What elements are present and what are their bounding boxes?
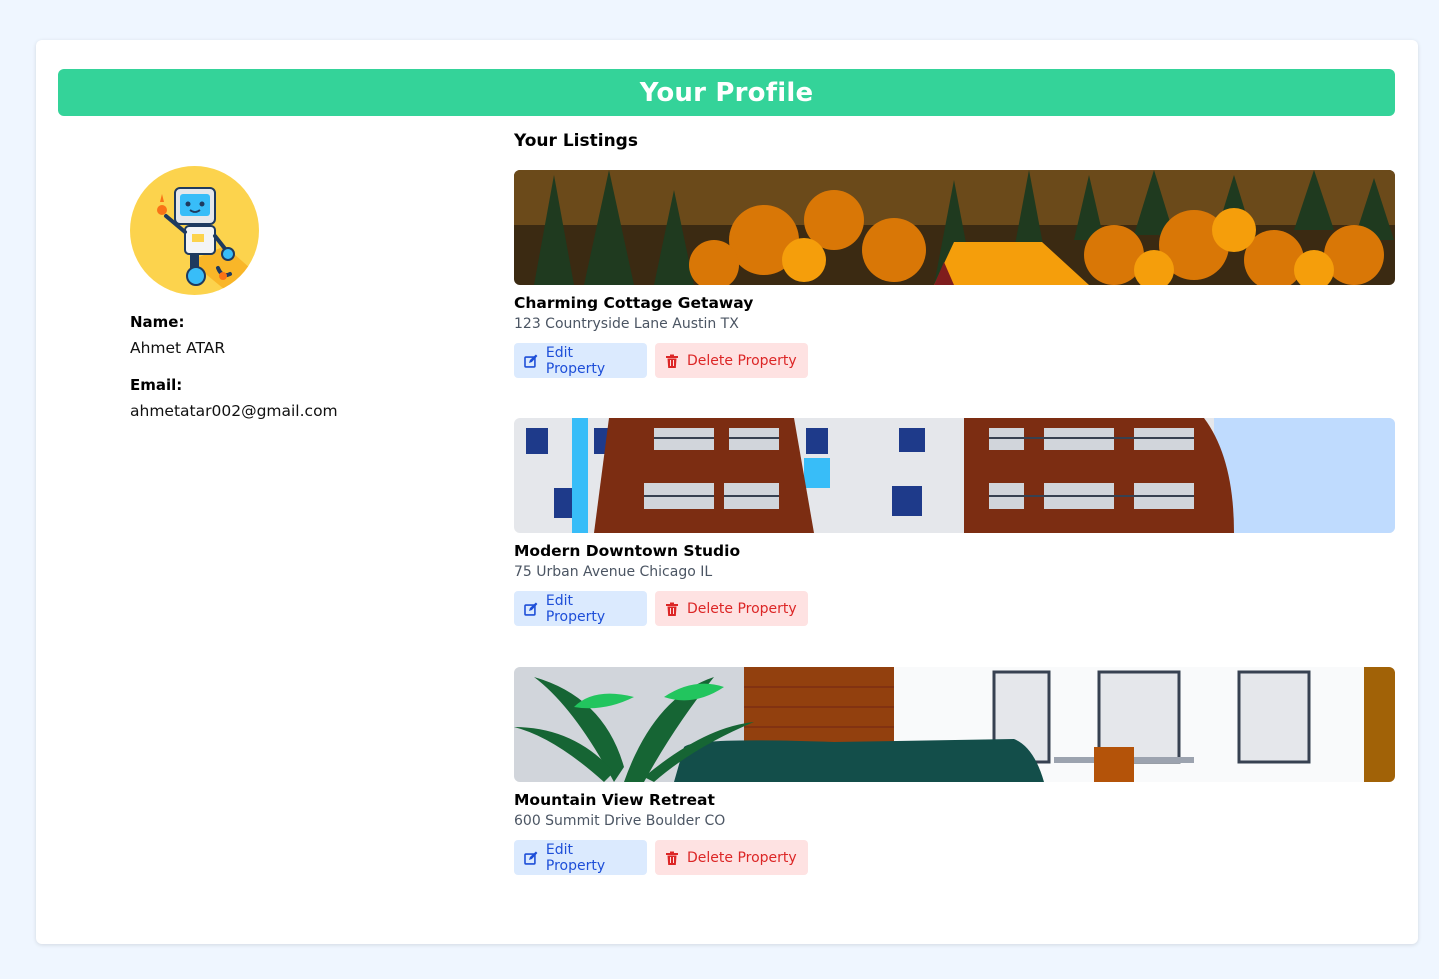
- listings-title: Your Listings: [514, 131, 638, 151]
- email-label: Email:: [130, 376, 183, 394]
- delete-property-label: Delete Property: [687, 600, 797, 617]
- delete-property-button[interactable]: Delete Property: [655, 591, 808, 626]
- trash-icon: [666, 602, 678, 616]
- name-value: Ahmet ATAR: [130, 339, 226, 357]
- listing-actions: Edit Property Delete Property: [514, 591, 1395, 626]
- listing-name: Mountain View Retreat: [514, 791, 715, 809]
- name-label: Name:: [130, 313, 185, 331]
- edit-property-button[interactable]: Edit Property: [514, 840, 647, 875]
- edit-property-label: Edit Property: [545, 344, 606, 377]
- listing-address: 75 Urban Avenue Chicago IL: [514, 564, 713, 580]
- listing-name: Modern Downtown Studio: [514, 542, 741, 560]
- listing-image[interactable]: [514, 418, 1395, 533]
- delete-property-button[interactable]: Delete Property: [655, 343, 808, 378]
- listing-actions: Edit Property Delete Property: [514, 840, 1395, 875]
- edit-property-label: Edit Property: [545, 841, 606, 874]
- listing-name: Charming Cottage Getaway: [514, 294, 754, 312]
- edit-property-button[interactable]: Edit Property: [514, 343, 647, 378]
- listing-image[interactable]: [514, 170, 1395, 285]
- listing-item: Modern Downtown Studio 75 Urban Avenue C…: [514, 418, 1395, 626]
- edit-icon: [524, 354, 538, 368]
- delete-property-button[interactable]: Delete Property: [655, 840, 808, 875]
- delete-property-label: Delete Property: [687, 849, 797, 866]
- email-value: ahmetatar002@gmail.com: [130, 402, 338, 420]
- profile-card: Your Profile Name: Ahmet ATAR Email: ahm…: [36, 40, 1418, 944]
- listing-item: Mountain View Retreat 600 Summit Drive B…: [514, 667, 1395, 875]
- trash-icon: [666, 354, 678, 368]
- page-title: Your Profile: [639, 77, 814, 108]
- edit-icon: [524, 851, 538, 865]
- profile-info: Name: Ahmet ATAR Email: ahmetatar002@gma…: [130, 166, 460, 420]
- listing-address: 123 Countryside Lane Austin TX: [514, 316, 739, 332]
- edit-property-label: Edit Property: [545, 592, 606, 625]
- edit-icon: [524, 602, 538, 616]
- robot-avatar-icon: [130, 166, 259, 295]
- trash-icon: [666, 851, 678, 865]
- listings-section: Your Listings Charming Cottage Getaway 1…: [514, 131, 1395, 875]
- listing-image[interactable]: [514, 667, 1395, 782]
- listing-actions: Edit Property Delete Property: [514, 343, 1395, 378]
- listing-address: 600 Summit Drive Boulder CO: [514, 813, 726, 829]
- edit-property-button[interactable]: Edit Property: [514, 591, 647, 626]
- listing-item: Charming Cottage Getaway 123 Countryside…: [514, 170, 1395, 378]
- profile-banner: Your Profile: [58, 69, 1395, 116]
- delete-property-label: Delete Property: [687, 352, 797, 369]
